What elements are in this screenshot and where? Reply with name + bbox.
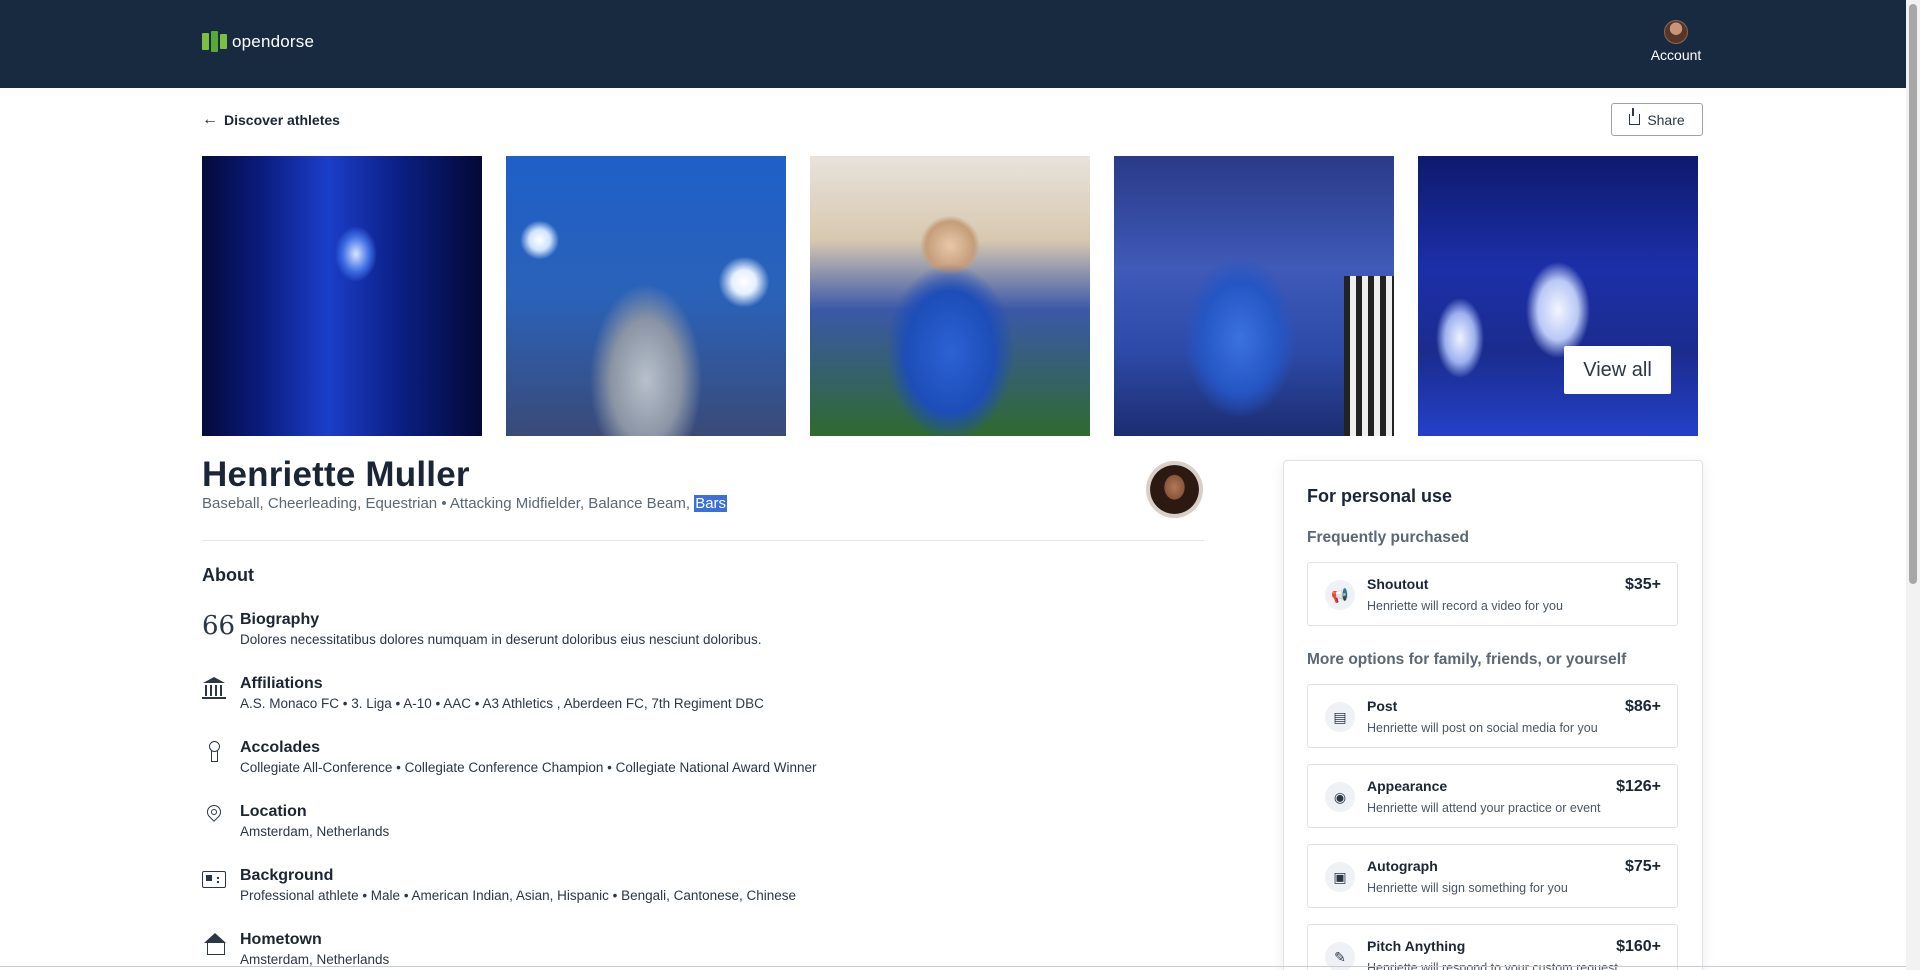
gallery-photo-4[interactable]	[1114, 156, 1394, 436]
offer-price: $35+	[1624, 576, 1661, 593]
about-heading: About	[202, 565, 254, 585]
home-icon	[202, 933, 226, 955]
about-label: Accolades	[240, 739, 321, 756]
back-link-label: Discover athletes	[224, 112, 340, 128]
institution-icon	[202, 677, 226, 699]
panel-title: For personal use	[1307, 486, 1453, 506]
offer-description: Henriette will post on social media for …	[1367, 721, 1598, 735]
about-label: Location	[240, 803, 307, 820]
offer-appearance[interactable]: ◉ Appearance Henriette will attend your …	[1307, 764, 1678, 828]
megaphone-icon: 📢	[1325, 580, 1355, 610]
offer-price: $160+	[1616, 938, 1661, 955]
location-pin-icon	[202, 805, 226, 827]
about-value: Professional athlete • Male • American I…	[240, 888, 796, 903]
account-avatar	[1664, 20, 1688, 44]
about-value: Collegiate All-Conference • Collegiate C…	[240, 760, 817, 775]
athlete-name: Henriette Muller	[202, 455, 470, 494]
eye-icon: ◉	[1325, 782, 1355, 812]
offer-price: $86+	[1624, 698, 1661, 715]
offer-price: $75+	[1624, 858, 1661, 875]
gallery-photo-1[interactable]	[202, 156, 482, 436]
offer-name: Shoutout	[1367, 576, 1429, 592]
view-all-photos-button[interactable]: View all	[1564, 346, 1671, 394]
offer-name: Appearance	[1367, 778, 1448, 794]
offer-pitch-anything[interactable]: ✎ Pitch Anything Henriette will respond …	[1307, 924, 1678, 970]
sports-text: Baseball, Cheerleading, Equestrian • Att…	[202, 495, 695, 512]
offer-description: Henriette will record a video for you	[1367, 599, 1563, 613]
offer-post[interactable]: ▤ Post Henriette will post on social med…	[1307, 684, 1678, 748]
discover-athletes-back-link[interactable]: ← Discover athletes	[202, 111, 340, 129]
offer-description: Henriette will attend your practice or e…	[1367, 801, 1601, 815]
scrollbar-thumb[interactable]	[1909, 4, 1917, 584]
about-value: Amsterdam, Netherlands	[240, 952, 390, 967]
athlete-sports-positions: Baseball, Cheerleading, Equestrian • Att…	[202, 495, 728, 512]
offer-autograph[interactable]: ▣ Autograph Henriette will sign somethin…	[1307, 844, 1678, 908]
account-menu[interactable]: Account	[1640, 20, 1712, 63]
quote-icon: 66	[202, 611, 236, 641]
logo-mark-icon	[202, 31, 227, 52]
about-label: Hometown	[240, 931, 322, 948]
selected-text: Bars	[694, 495, 728, 512]
account-label: Account	[1650, 47, 1702, 63]
about-value: A.S. Monaco FC • 3. Liga • A-10 • AAC • …	[240, 696, 764, 711]
more-options-heading: More options for family, friends, or you…	[1307, 651, 1627, 668]
offer-name: Pitch Anything	[1367, 938, 1466, 954]
offer-price: $126+	[1616, 778, 1661, 795]
about-value: Amsterdam, Netherlands	[240, 824, 390, 839]
id-card-icon	[202, 869, 226, 891]
about-label: Affiliations	[240, 675, 323, 692]
frequently-purchased-heading: Frequently purchased	[1307, 529, 1469, 546]
logo-text: opendorse	[232, 31, 315, 51]
gallery-photo-3[interactable]	[810, 156, 1090, 436]
about-label: Background	[240, 867, 334, 884]
autograph-icon: ▣	[1325, 862, 1355, 892]
opendorse-logo[interactable]: opendorse	[202, 31, 314, 52]
offer-description: Henriette will sign something for you	[1367, 881, 1568, 895]
section-divider	[202, 540, 1204, 541]
offer-name: Post	[1367, 698, 1398, 714]
top-navigation-bar: opendorse Account	[0, 0, 1906, 88]
offer-name: Autograph	[1367, 858, 1438, 874]
post-icon: ▤	[1325, 702, 1355, 732]
gallery-photo-2[interactable]	[506, 156, 786, 436]
gallery-photo-5[interactable]	[1418, 156, 1698, 436]
athlete-avatar	[1146, 461, 1203, 518]
about-label: Biography	[240, 611, 320, 628]
share-icon	[1629, 108, 1641, 125]
window-bottom-edge	[0, 966, 1906, 967]
about-value: Dolores necessitatibus dolores numquam i…	[240, 632, 762, 647]
share-label: Share	[1647, 111, 1685, 128]
offer-shoutout[interactable]: 📢 Shoutout Henriette will record a video…	[1307, 562, 1678, 626]
share-button[interactable]: Share	[1611, 103, 1703, 136]
arrow-left-icon: ←	[202, 111, 218, 128]
medal-icon	[202, 741, 226, 763]
